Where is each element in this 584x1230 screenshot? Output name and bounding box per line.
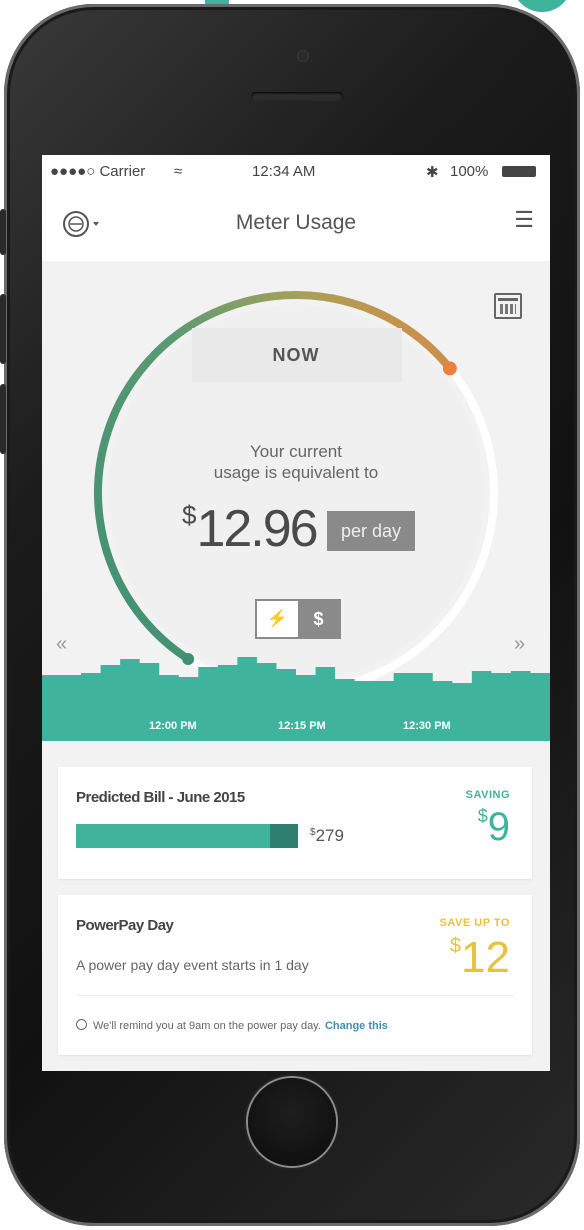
home-button[interactable] [248, 1078, 336, 1166]
reminder-row: We'll remind you at 9am on the power pay… [76, 1019, 388, 1032]
save-up-to-value: $12 [450, 933, 510, 983]
saving-currency: $ [477, 806, 488, 826]
bill-progress-bar [76, 824, 298, 848]
app-screen: ●●●●○ Carrier ≈ 12:34 AM ✱ 100% Meter Us… [42, 155, 550, 1071]
period-selector-button[interactable]: per day [327, 511, 415, 551]
bill-progress-remaining [270, 824, 298, 848]
chart-time-axis: 12:00 PM 12:15 PM 12:30 PM [42, 720, 550, 740]
time-label-2: 12:15 PM [278, 720, 326, 732]
saving-label: SAVING [465, 789, 510, 801]
now-label: NOW [272, 345, 320, 365]
volume-down-button [0, 384, 6, 454]
earpiece-speaker [251, 92, 343, 101]
nav-bar: Meter Usage ☰ [42, 189, 550, 262]
volume-up-button [0, 294, 6, 364]
usage-line-1: Your current [250, 442, 342, 461]
clock-icon [76, 1019, 87, 1030]
toggle-cost-option[interactable]: $ [298, 601, 339, 637]
front-camera [297, 50, 309, 62]
card-divider [76, 995, 514, 996]
battery-icon [502, 166, 536, 177]
time-label-3: 12:30 PM [403, 720, 451, 732]
hamburger-menu-icon[interactable]: ☰ [514, 207, 534, 233]
usage-description: Your current usage is equivalent to [42, 441, 550, 483]
calendar-icon[interactable] [494, 293, 522, 319]
time-label-1: 12:00 PM [149, 720, 197, 732]
saving-amount: 9 [487, 805, 510, 849]
usage-line-2: usage is equivalent to [213, 463, 379, 482]
save-currency: $ [449, 935, 462, 957]
predicted-bill-title: Predicted Bill - June 2015 [76, 789, 245, 806]
reminder-text: We'll remind you at 9am on the power pay… [93, 1020, 321, 1032]
bill-amount: $279 [310, 826, 344, 846]
price-currency: $ [182, 500, 197, 530]
carrier-label: ●●●●○ Carrier [50, 163, 146, 180]
price-value: 12.96 [196, 500, 318, 558]
predicted-bill-card[interactable]: Predicted Bill - June 2015 $279 SAVING $… [58, 767, 532, 879]
battery-percent: 100% [450, 163, 489, 180]
clock-label: 12:34 AM [252, 163, 316, 180]
wifi-icon: ≈ [174, 163, 183, 180]
save-amount: 12 [461, 933, 510, 982]
powerpay-title: PowerPay Day [76, 917, 174, 934]
usage-price: $12.96 [182, 499, 319, 559]
powerpay-day-card[interactable]: PowerPay Day A power pay day event start… [58, 895, 532, 1055]
save-up-to-label: SAVE UP TO [439, 917, 510, 929]
toggle-energy-option[interactable]: ⚡ [257, 601, 298, 637]
bluetooth-icon: ✱ [426, 164, 439, 181]
saving-value: $9 [478, 805, 510, 850]
mute-switch [0, 209, 6, 255]
unit-toggle: ⚡ $ [255, 599, 341, 639]
bill-amount-value: 279 [315, 826, 344, 845]
page-title: Meter Usage [235, 211, 357, 234]
status-bar: ●●●●○ Carrier ≈ 12:34 AM ✱ 100% [42, 155, 550, 189]
change-reminder-link[interactable]: Change this [325, 1020, 388, 1032]
powerpay-description: A power pay day event starts in 1 day [76, 957, 309, 973]
